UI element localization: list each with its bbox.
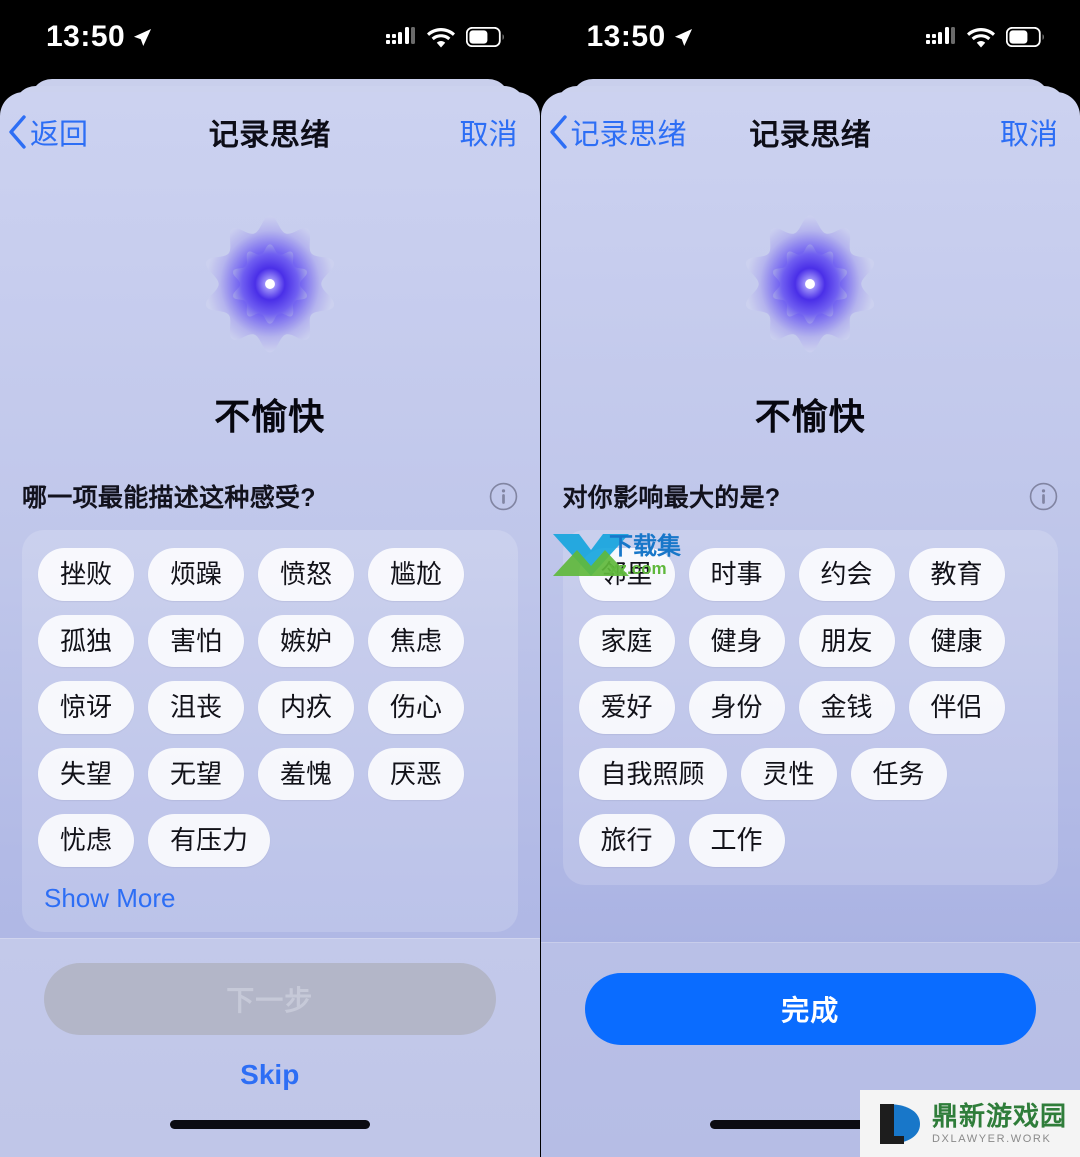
cancel-button-right[interactable]: 取消 — [1000, 111, 1058, 153]
tag-pill[interactable]: 愤怒 — [258, 548, 355, 601]
tag-pill[interactable]: 孤独 — [38, 614, 135, 667]
battery-icon — [465, 27, 504, 47]
tag-pill[interactable]: 邻里 — [578, 548, 675, 601]
tag-pill[interactable]: 尴尬 — [368, 548, 465, 601]
status-indicators-group — [385, 26, 506, 48]
mood-label-left: 不愉快 — [214, 396, 326, 437]
info-circle-icon[interactable] — [489, 482, 518, 511]
sheet-body-right: 不愉快 对你影响最大的是? 邻里 时事 约会 教育家庭 健身 朋友 健康爱好 身份 金钱 伴侣自我… — [541, 172, 1080, 942]
tag-pill[interactable]: 挫败 — [38, 548, 135, 601]
footer-right: 完成 — [540, 942, 1080, 1157]
wifi-icon — [426, 27, 455, 47]
tag-pill[interactable]: 朋友 — [798, 614, 895, 667]
nav-bar-left: 返回 记录思绪 取消 — [0, 92, 540, 172]
tag-pill[interactable]: 自我照顾 — [578, 747, 727, 800]
battery-icon — [1006, 27, 1044, 47]
tag-pill[interactable]: 焦虑 — [368, 614, 465, 667]
question-row-left: 哪一项最能描述这种感受? — [22, 478, 518, 514]
bloom-star-icon — [205, 215, 334, 353]
location-arrow-icon — [674, 28, 692, 46]
status-clock-group-right: 13:50 — [587, 20, 693, 54]
tag-pill[interactable]: 惊讶 — [38, 681, 135, 734]
info-circle-icon[interactable] — [1029, 482, 1058, 511]
cellular-signal-icon — [385, 27, 415, 44]
chevron-left-icon — [549, 115, 567, 149]
bloom-star-icon — [746, 215, 875, 353]
tag-pill[interactable]: 约会 — [798, 548, 895, 601]
tag-pill[interactable]: 内疚 — [258, 681, 355, 734]
footer-left: 下一步 Skip — [0, 938, 540, 1157]
done-button[interactable]: 完成 — [584, 973, 1036, 1045]
tag-list-left: 挫败 烦躁 愤怒 尴尬孤独 害怕 嫉妒 焦虑惊讶 沮丧 内疚 伤心失望 无望 羞愧 厌恶忧虑 有压力 Sho… — [22, 530, 518, 932]
status-time: 13:50 — [586, 20, 666, 53]
home-indicator-wrap-left — [44, 1091, 496, 1157]
tag-pill[interactable]: 时事 — [688, 548, 785, 601]
back-button-right[interactable]: 记录思绪 — [549, 111, 687, 153]
tag-pill[interactable]: 任务 — [850, 747, 947, 800]
phone-screen-left: 13:50 返回 记录思绪 取消 不愉快 哪一项最能描述这种感受? 挫败 烦躁 … — [0, 0, 540, 1157]
show-more-button[interactable]: Show More — [38, 881, 514, 914]
dual-screenshot-container: 13:50 返回 记录思绪 取消 不愉快 哪一项最能描述这种感受? 挫败 烦躁 … — [0, 0, 1080, 1157]
next-button[interactable]: 下一步 — [44, 963, 496, 1035]
tag-pill[interactable]: 灵性 — [740, 747, 837, 800]
chevron-left-icon — [9, 115, 26, 149]
tag-pill[interactable]: 无望 — [148, 747, 245, 800]
tag-pill[interactable]: 家庭 — [578, 614, 675, 667]
nav-bar-right: 记录思绪 记录思绪 取消 — [541, 92, 1080, 172]
hero-section-left: 不愉快 — [0, 172, 540, 440]
tag-pill[interactable]: 工作 — [688, 814, 785, 867]
status-bar-right: 13:50 — [541, 0, 1080, 74]
wifi-icon — [967, 27, 995, 47]
tag-list-right: 邻里 时事 约会 教育家庭 健身 朋友 健康爱好 身份 金钱 伴侣自我照顾 灵性 任务旅行 工作 — [562, 530, 1058, 885]
tag-pill[interactable]: 伴侣 — [908, 681, 1005, 734]
tag-pill[interactable]: 金钱 — [798, 681, 895, 734]
tag-pill[interactable]: 健身 — [688, 614, 785, 667]
tag-pill[interactable]: 教育 — [908, 548, 1005, 601]
sheet-body-left: 不愉快 哪一项最能描述这种感受? 挫败 烦躁 愤怒 尴尬孤独 害怕 嫉妒 焦虑惊讶 沮丧 内疚伤… — [0, 172, 540, 938]
back-button-label: 返回 — [30, 119, 89, 151]
question-text-right: 对你影响最大的是? — [562, 484, 781, 512]
tag-pill[interactable]: 忧虑 — [38, 814, 135, 867]
tag-pill[interactable]: 伤心 — [368, 681, 465, 734]
modal-sheet-right: 记录思绪 记录思绪 取消 不愉快 对你影响最大的是? 邻里 时事 约会 教育 家… — [540, 92, 1080, 1157]
tag-pill[interactable]: 爱好 — [578, 681, 675, 734]
tag-pill[interactable]: 羞愧 — [258, 747, 355, 800]
tag-pill[interactable]: 身份 — [688, 681, 785, 734]
home-indicator[interactable] — [710, 1119, 911, 1129]
tag-pill[interactable]: 沮丧 — [148, 681, 245, 734]
cellular-signal-icon — [926, 27, 955, 44]
location-arrow-icon — [134, 28, 152, 46]
skip-button[interactable]: Skip — [44, 1059, 496, 1091]
question-text-left: 哪一项最能描述这种感受? — [22, 484, 316, 512]
cancel-button-left[interactable]: 取消 — [459, 111, 517, 153]
home-indicator[interactable] — [169, 1119, 370, 1129]
status-bar-left: 13:50 — [0, 0, 540, 74]
tag-pill[interactable]: 烦躁 — [148, 548, 245, 601]
back-button-label: 记录思绪 — [570, 119, 687, 151]
tag-pill[interactable]: 健康 — [908, 614, 1005, 667]
status-clock-group: 13:50 — [46, 20, 152, 54]
modal-sheet-left: 返回 记录思绪 取消 不愉快 哪一项最能描述这种感受? 挫败 烦躁 愤怒 尴尬 … — [0, 92, 540, 1157]
status-indicators-group-right — [926, 26, 1046, 48]
status-time: 13:50 — [46, 20, 126, 53]
tag-pill[interactable]: 失望 — [38, 747, 135, 800]
question-row-right: 对你影响最大的是? — [563, 478, 1059, 514]
back-button-left[interactable]: 返回 — [8, 111, 88, 153]
tag-pill[interactable]: 旅行 — [578, 814, 675, 867]
tag-pill[interactable]: 害怕 — [148, 614, 245, 667]
tag-pill[interactable]: 有压力 — [148, 814, 271, 867]
phone-screen-right: 13:50 记录思绪 记录思绪 取消 不愉快 对你影响最大的是? 邻里 时事 约… — [539, 0, 1080, 1157]
home-indicator-wrap-right — [585, 1091, 1037, 1157]
mood-label-right: 不愉快 — [754, 396, 866, 437]
tag-pill[interactable]: 嫉妒 — [258, 614, 355, 667]
tag-pill[interactable]: 厌恶 — [368, 747, 465, 800]
hero-section-right: 不愉快 — [541, 172, 1080, 440]
